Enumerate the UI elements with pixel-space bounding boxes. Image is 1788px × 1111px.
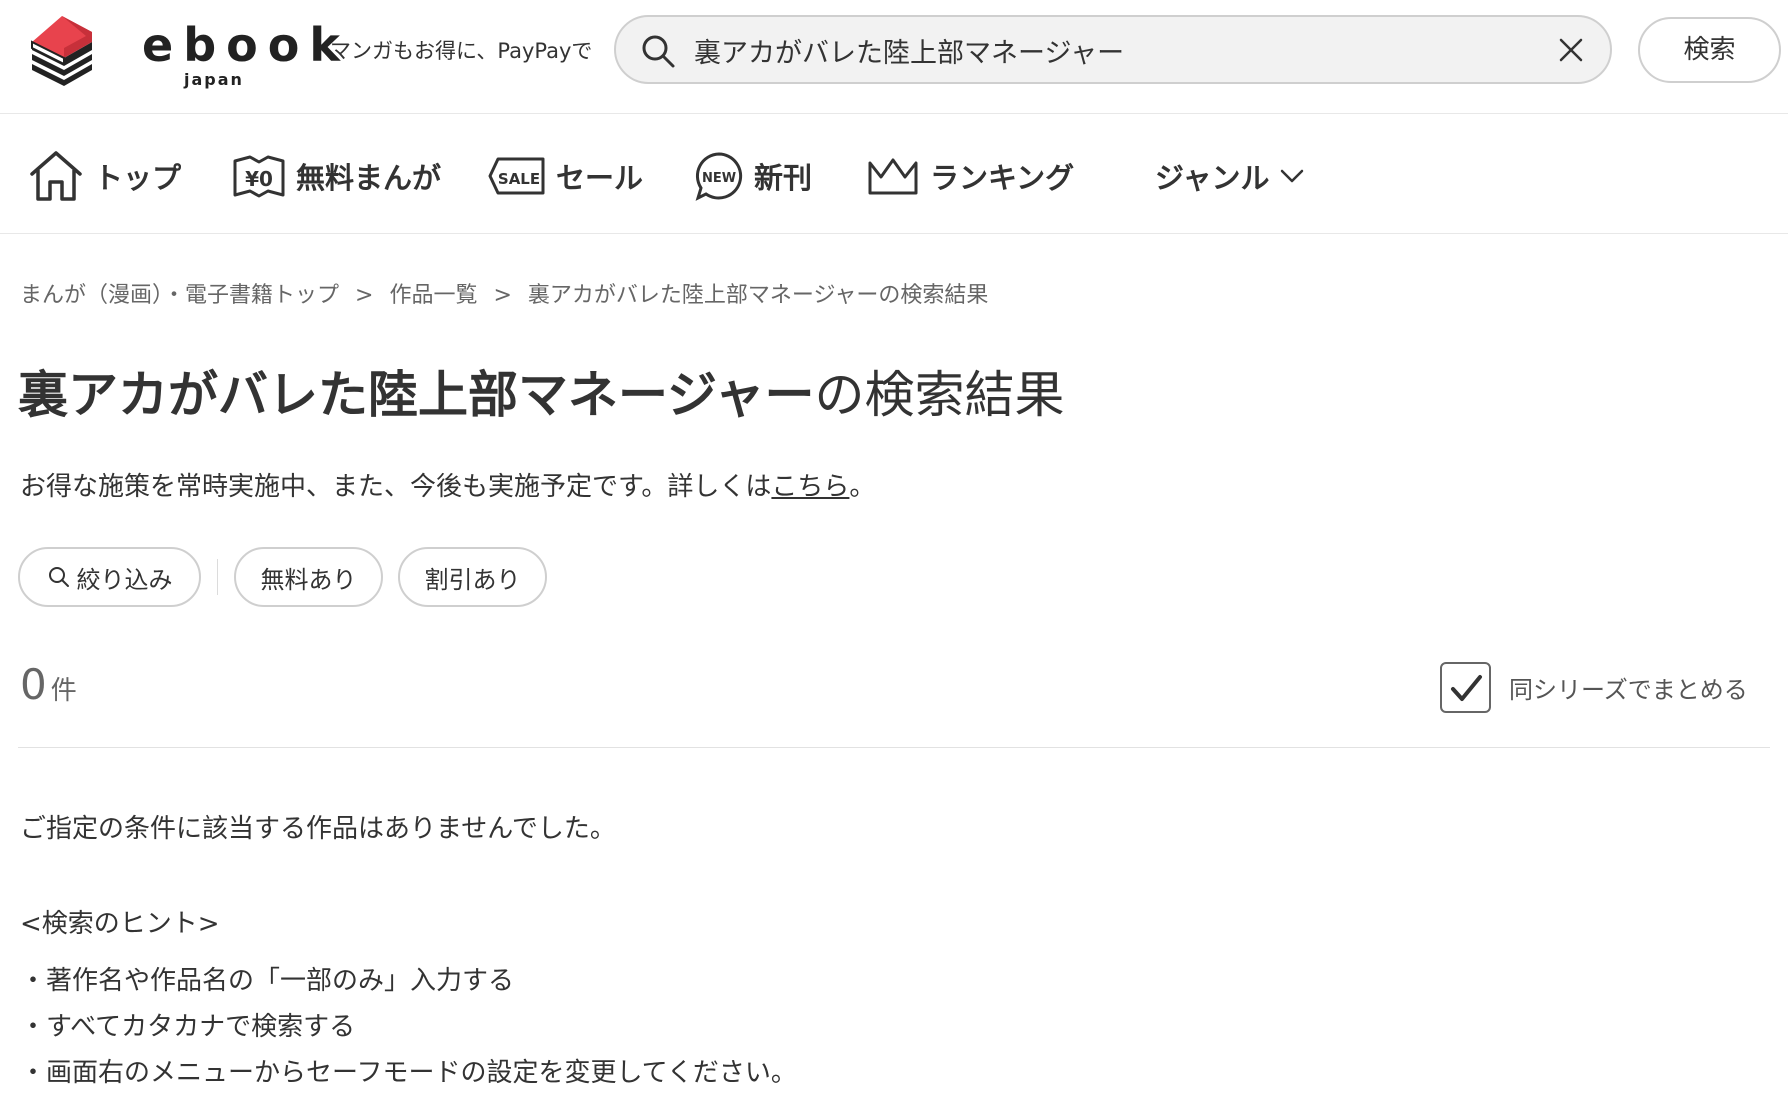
nav-item-label: 無料まんが [296, 161, 442, 195]
nav-item-genre[interactable]: ジャンル [1155, 148, 1306, 204]
clear-search-icon[interactable] [1556, 35, 1586, 65]
search-hint-list: ・著作名や作品名の「一部のみ」入力する ・すべてカタカナで検索する ・画面右のメ… [20, 960, 797, 1098]
nav-item-free-manga[interactable]: ¥0 無料まんが [232, 148, 441, 204]
notice-link[interactable]: こちら [771, 472, 849, 502]
nav-item-sale[interactable]: SALE セール [488, 148, 643, 204]
sale-tag-icon: SALE [488, 157, 545, 195]
nav-item-top[interactable]: トップ [28, 148, 181, 204]
no-results-message: ご指定の条件に該当する作品はありませんでした。 [20, 814, 616, 844]
new-badge-icon: NEW [695, 152, 743, 201]
main-nav: トップ ¥0 無料まんが SALE セール NEW 新刊 ランキング ジャンル [0, 114, 1788, 234]
search-input[interactable] [694, 27, 1514, 73]
free-yen-icon: ¥0 [233, 155, 285, 198]
nav-item-label: ジャンル [1155, 161, 1270, 195]
nav-item-label: トップ [94, 161, 182, 195]
home-icon [30, 151, 82, 201]
title-keyword: 裏アカがバレた陸上部マネージャー [18, 366, 815, 424]
breadcrumb-item-current: 裏アカがバレた陸上部マネージャーの検索結果 [527, 283, 989, 308]
search-icon [642, 35, 675, 68]
sale-badge-text: SALE [498, 170, 540, 188]
search-hint-item: ・著作名や作品名の「一部のみ」入力する [20, 966, 515, 996]
nav-item-new[interactable]: NEW 新刊 [694, 148, 812, 204]
breadcrumb-item-list[interactable]: 作品一覧 [389, 283, 477, 308]
search-icon [48, 567, 69, 587]
checkmark-icon [1451, 675, 1482, 701]
nav-item-ranking[interactable]: ランキング [866, 148, 1074, 204]
breadcrumb-separator: > [493, 283, 512, 308]
ebookjapan-logo[interactable]: ebook japan [24, 12, 340, 92]
discount-filter-chip[interactable]: 割引あり [398, 547, 547, 607]
tagline: マンガもお得に、PayPayで [330, 39, 593, 63]
promo-notice: お得な施策を常時実施中、また、今後も実施予定です。詳しくはこちら。 [20, 466, 875, 503]
new-badge-text: NEW [702, 171, 736, 186]
nav-item-label: セール [556, 161, 644, 195]
chip-divider [217, 559, 218, 595]
breadcrumb: まんが（漫画）・電子書籍トップ > 作品一覧 > 裏アカがバレた陸上部マネージャーの検索… [20, 277, 988, 309]
notice-end: 。 [849, 472, 876, 502]
chip-label: 無料あり [260, 565, 357, 594]
result-count: 0件 [20, 660, 77, 709]
group-series-toggle[interactable]: 同シリーズでまとめる [1440, 662, 1748, 713]
logo-wordmark: ebook [142, 18, 350, 72]
section-divider [18, 747, 1770, 748]
search-hint-item: ・すべてカタカナで検索する [20, 1012, 356, 1042]
search-hint-item: ・画面右のメニューからセーフモードの設定を変更してください。 [20, 1058, 797, 1088]
search-box [614, 15, 1612, 84]
chevron-down-icon [1280, 169, 1303, 183]
site-header: ebook japan マンガもお得に、PayPayで 検索 [0, 0, 1788, 114]
chip-label: 割引あり [424, 565, 521, 594]
breadcrumb-item-top[interactable]: まんが（漫画）・電子書籍トップ [20, 283, 339, 308]
breadcrumb-separator: > [355, 283, 374, 308]
nav-item-label: ランキング [930, 161, 1075, 195]
search-hint-title: <検索のヒント> [20, 909, 220, 939]
free-filter-chip[interactable]: 無料あり [234, 547, 383, 607]
page-title: 裏アカがバレた陸上部マネージャーの検索結果 [18, 355, 1065, 427]
crown-icon [868, 158, 918, 195]
search-button[interactable]: 検索 [1638, 17, 1781, 83]
result-count-number: 0 [20, 660, 47, 709]
group-series-label: 同シリーズでまとめる [1509, 676, 1748, 704]
books-logo-icon [31, 16, 92, 86]
group-series-checkbox[interactable] [1440, 662, 1491, 713]
refine-filter-button[interactable]: 絞り込み [18, 547, 201, 607]
free-badge-text: ¥0 [245, 167, 273, 191]
notice-text: お得な施策を常時実施中、また、今後も実施予定です。詳しくは [20, 472, 772, 502]
chip-label: 絞り込み [76, 565, 173, 594]
title-suffix: の検索結果 [814, 366, 1065, 424]
nav-item-label: 新刊 [754, 161, 813, 195]
result-count-unit: 件 [50, 676, 77, 706]
logo-subtext: japan [184, 70, 244, 89]
